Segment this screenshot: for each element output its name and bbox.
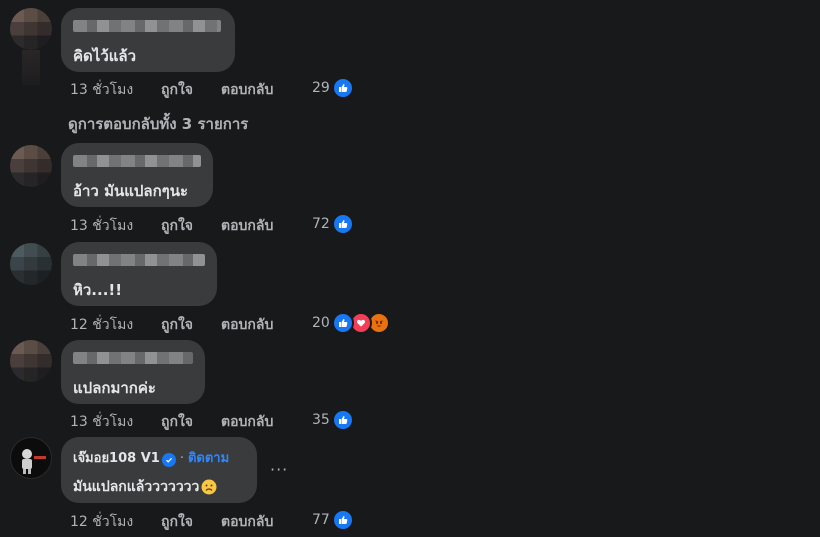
reaction-count: 20 [312, 315, 330, 331]
sad-face-emoji-icon [201, 479, 217, 495]
comment-text: มันแปลกแล้ววววววว [73, 479, 200, 495]
avatar[interactable] [10, 8, 52, 50]
comment-bubble: คิดไว้แล้ว [61, 8, 235, 72]
comment-time[interactable]: 12 ชั่วโมง [70, 314, 133, 336]
like-reaction-icon [331, 409, 354, 431]
follow-button[interactable]: ติดตาม [188, 451, 229, 466]
reaction-summary[interactable]: 72 [312, 213, 354, 235]
comment-bubble: เจ๊มอย108 V1 · ติดตาม มันแปลกแล้ววววววว [61, 437, 257, 503]
avatar[interactable] [10, 437, 52, 479]
comment-time[interactable]: 13 ชั่วโมง [70, 79, 133, 101]
reaction-summary[interactable]: 29 [312, 77, 354, 99]
commenter-name-blurred[interactable] [73, 352, 193, 364]
more-options-button[interactable]: ··· [270, 460, 288, 479]
reaction-count: 72 [312, 216, 330, 232]
avatar[interactable] [10, 145, 52, 187]
like-reaction-icon [331, 213, 354, 235]
like-reaction-icon [331, 77, 354, 99]
comment-text: แปลกมากค่ะ [73, 379, 156, 397]
commenter-name-blurred[interactable] [73, 254, 205, 266]
like-button[interactable]: ถูกใจ [161, 314, 193, 336]
comment-time[interactable]: 13 ชั่วโมง [70, 411, 133, 433]
view-replies-link[interactable]: ดูการตอบกลับทั้ง 3 รายการ [68, 112, 248, 136]
commenter-name-blurred[interactable] [73, 155, 201, 167]
reaction-summary[interactable]: 77 [312, 509, 354, 531]
like-button[interactable]: ถูกใจ [161, 511, 193, 533]
like-button[interactable]: ถูกใจ [161, 411, 193, 433]
comment-text: หิว...!! [73, 281, 123, 299]
comment-bubble: อ้าว มันแปลกๆนะ [61, 143, 213, 207]
like-reaction-icon [331, 312, 354, 334]
comment-bubble: แปลกมากค่ะ [61, 340, 205, 404]
avatar[interactable] [10, 243, 52, 285]
reply-button[interactable]: ตอบกลับ [221, 511, 273, 533]
commenter-name[interactable]: เจ๊มอย108 V1 [73, 451, 160, 466]
avatar[interactable] [10, 340, 52, 382]
reply-button[interactable]: ตอบกลับ [221, 215, 273, 237]
separator-dot: · [179, 451, 184, 466]
reaction-summary[interactable]: 35 [312, 409, 354, 431]
comment-time[interactable]: 13 ชั่วโมง [70, 215, 133, 237]
reply-button[interactable]: ตอบกลับ [221, 314, 273, 336]
verified-badge-icon [161, 453, 176, 467]
reply-button[interactable]: ตอบกลับ [221, 411, 273, 433]
comment-header: เจ๊มอย108 V1 · ติดตาม [73, 447, 245, 468]
reaction-count: 29 [312, 80, 330, 96]
like-button[interactable]: ถูกใจ [161, 79, 193, 101]
reply-button[interactable]: ตอบกลับ [221, 79, 273, 101]
like-reaction-icon [331, 509, 354, 531]
comment-time[interactable]: 12 ชั่วโมง [70, 511, 133, 533]
reaction-count: 77 [312, 512, 330, 528]
reaction-summary[interactable]: 20 [312, 312, 390, 334]
like-button[interactable]: ถูกใจ [161, 215, 193, 237]
comment-text: อ้าว มันแปลกๆนะ [73, 182, 189, 200]
commenter-name-blurred[interactable] [73, 20, 221, 32]
comment-text: คิดไว้แล้ว [73, 47, 137, 65]
comment-bubble: หิว...!! [61, 242, 217, 306]
avatar-figure-icon [22, 449, 46, 474]
reaction-count: 35 [312, 412, 330, 428]
avatar-thread-line [22, 50, 40, 85]
